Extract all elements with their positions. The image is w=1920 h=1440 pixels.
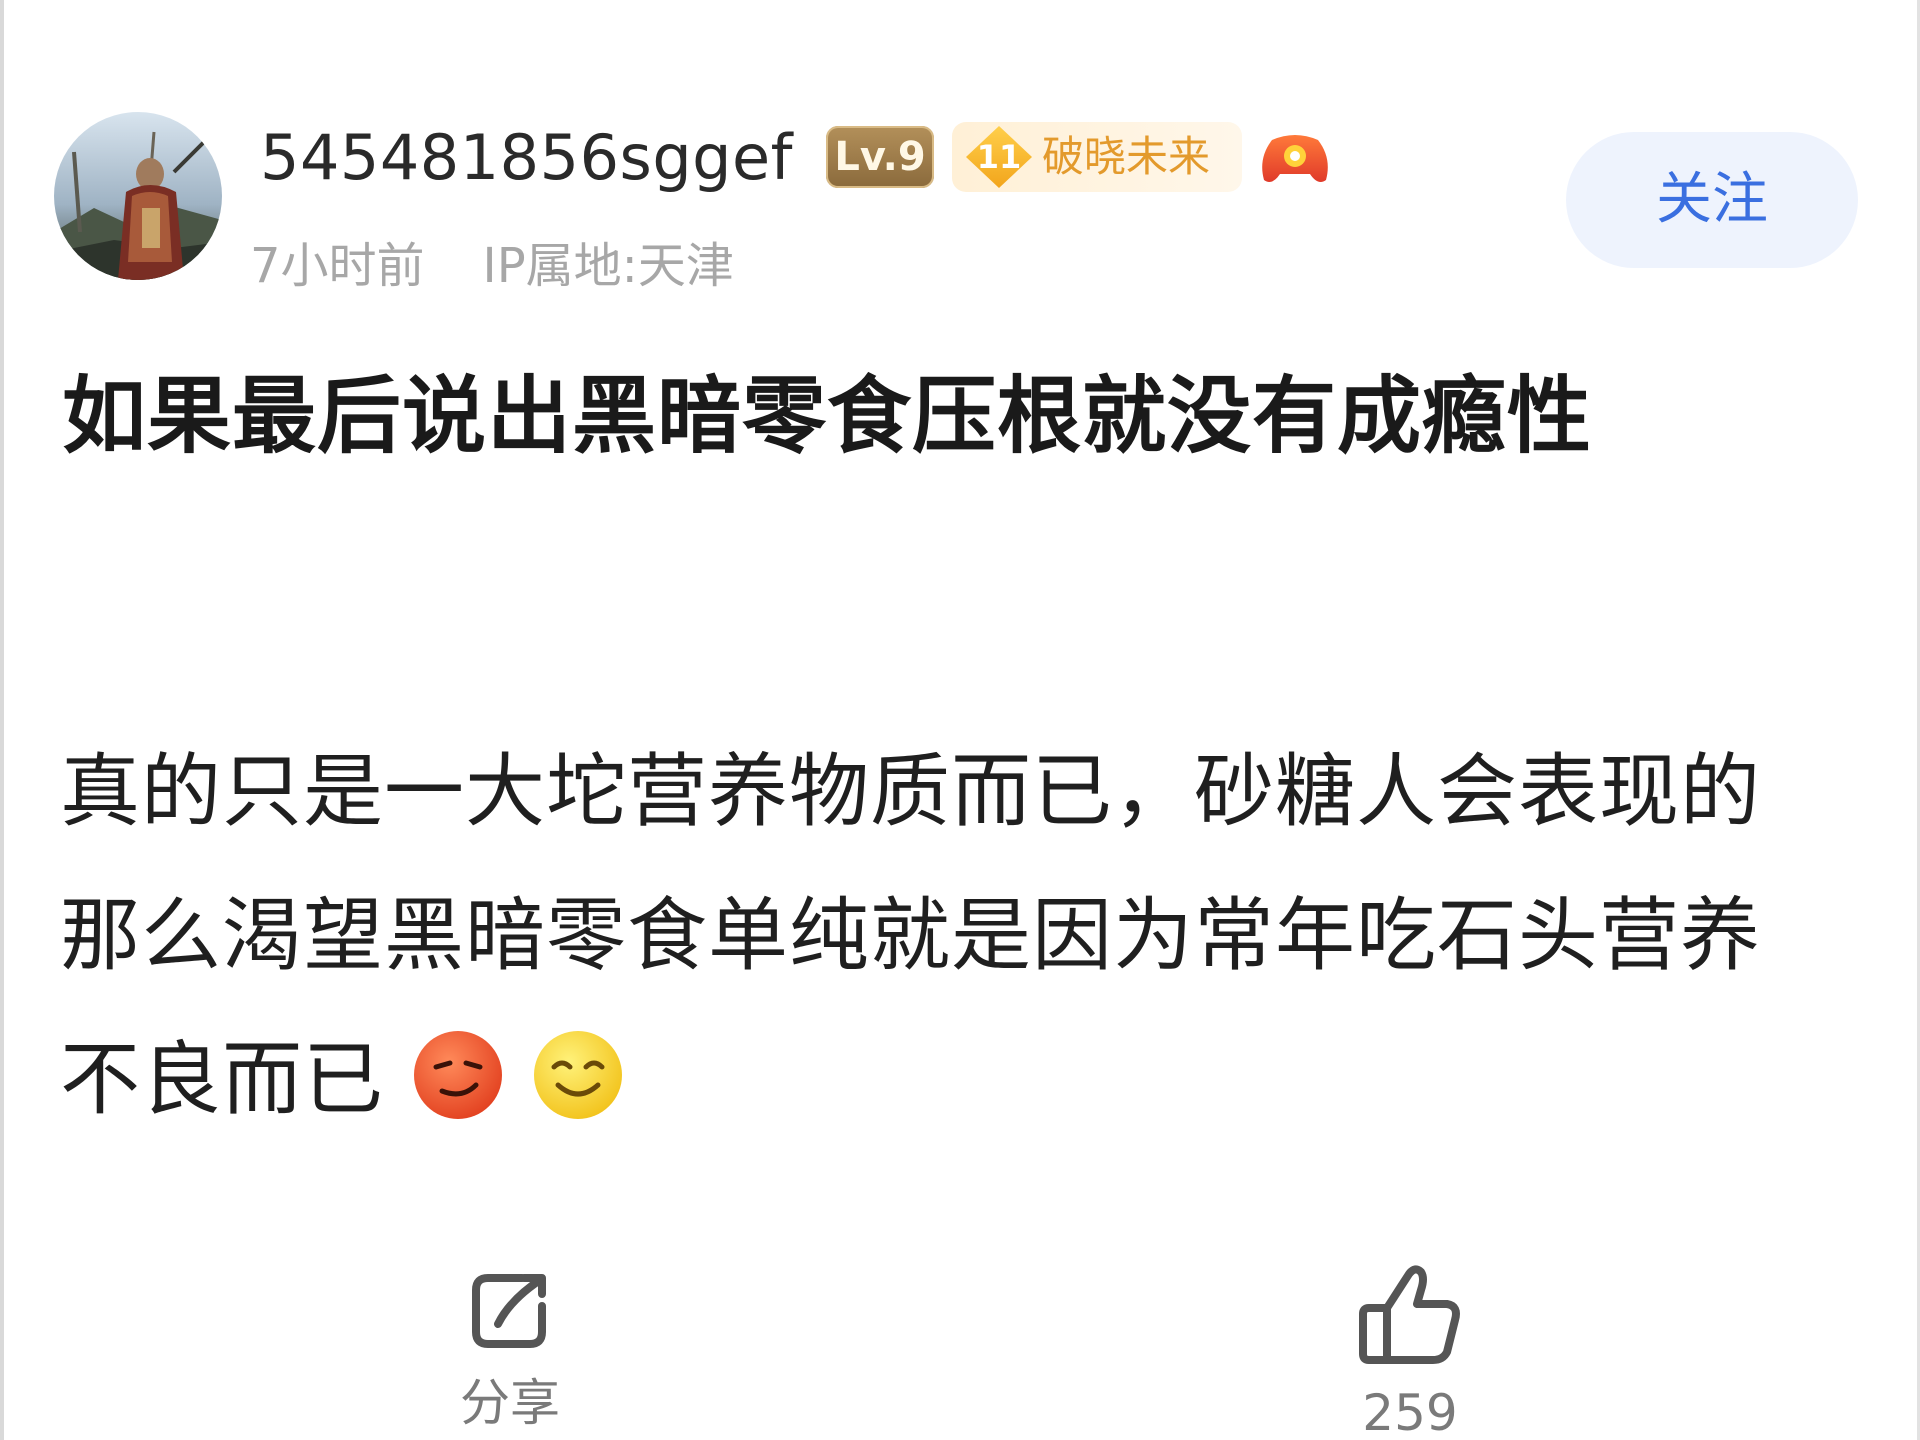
- post-meta: 7小时前 IP属地:天津: [250, 236, 734, 296]
- like-button[interactable]: 259: [1300, 1260, 1520, 1440]
- author-avatar[interactable]: [54, 112, 222, 280]
- ip-location: IP属地:天津: [482, 238, 734, 294]
- user-level-badge: Lv.9: [826, 126, 934, 188]
- share-button[interactable]: 分享: [400, 1260, 620, 1438]
- post-title: 如果最后说出黑暗零食压根就没有成瘾性: [62, 367, 1593, 465]
- fan-level-number: 11: [976, 138, 1022, 176]
- thumbs-up-icon: [1359, 1265, 1460, 1364]
- grin-emoji-icon: [534, 1031, 622, 1119]
- post-time: 7小时前: [250, 238, 425, 294]
- author-username[interactable]: 545481856sggef: [260, 118, 793, 198]
- post-body: 真的只是一大坨营养物质而已，砂糖人会表现的那么渴望黑暗零食单纯就是因为常年吃石头…: [60, 720, 1820, 1152]
- like-count: 259: [1362, 1384, 1458, 1440]
- gamepad-icon: [1262, 135, 1328, 182]
- fan-badge[interactable]: 11 破晓未来: [952, 122, 1242, 192]
- smirk-emoji-icon: [414, 1031, 502, 1119]
- fan-badge-name: 破晓未来: [1042, 132, 1211, 181]
- avatar-image: [54, 112, 222, 280]
- share-icon: [472, 1274, 546, 1348]
- post-page: 545481856sggef Lv.9 11 破晓未来 7小时前 IP属地:天津: [0, 0, 1920, 1440]
- share-label: 分享: [460, 1374, 560, 1432]
- follow-button[interactable]: 关注: [1566, 132, 1858, 268]
- post-body-text: 真的只是一大坨营养物质而已，砂糖人会表现的那么渴望黑暗零食单纯就是因为常年吃石头…: [60, 745, 1761, 1126]
- left-edge-divider: [0, 0, 4, 1440]
